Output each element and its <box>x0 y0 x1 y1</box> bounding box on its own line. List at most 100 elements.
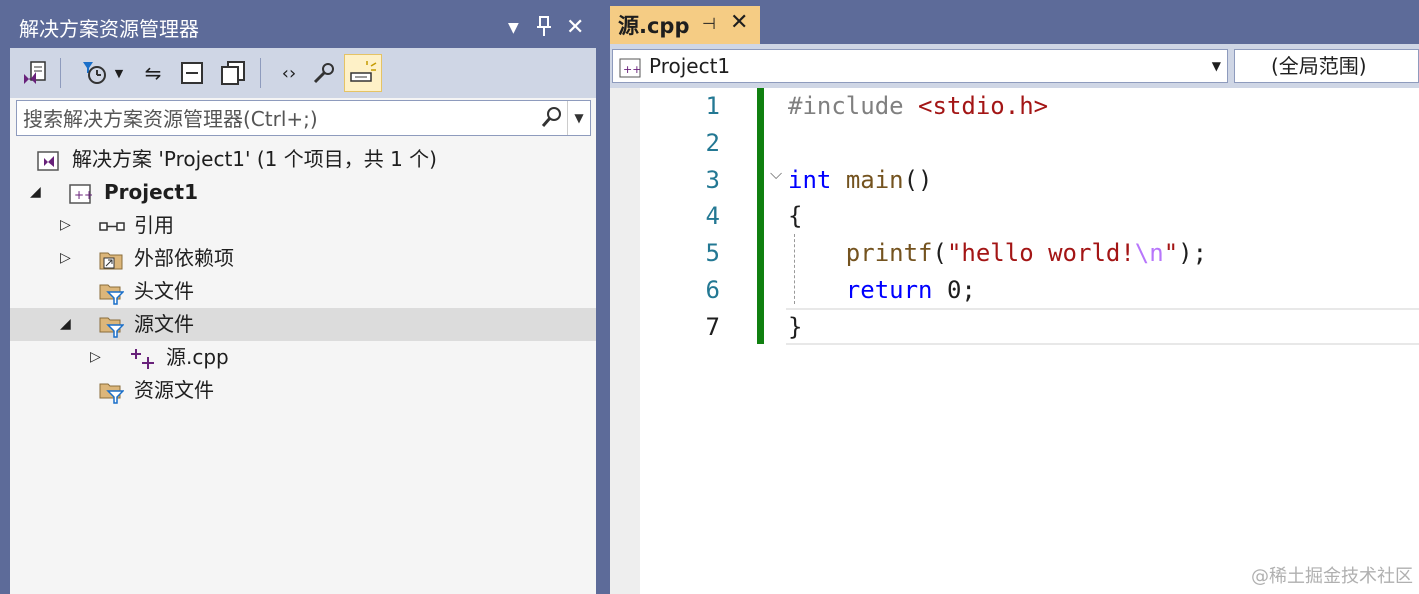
tree-node-source-cpp[interactable]: ▷ 源.cpp <box>10 341 596 374</box>
code-editor-panel: 源.cpp ⊣ ✕ ++ Project1 ▼ (全局范围) ⌵ 1 2 3 4… <box>610 6 1419 594</box>
watermark: @稀土掘金技术社区 <box>1251 566 1413 587</box>
pin-tab-icon[interactable]: ⊣ <box>702 14 716 33</box>
cpp-file-icon <box>130 347 154 369</box>
code-line-4: { <box>788 198 802 235</box>
number-literal: 0 <box>946 276 962 304</box>
tree-node-label: Project1 <box>104 180 199 204</box>
tree-node-references[interactable]: ▷ 引用 <box>10 209 596 242</box>
code-area[interactable]: ⌵ 1 2 3 4 5 6 7 #include <stdio.h> int m… <box>610 88 1419 594</box>
function-name: printf <box>845 239 933 267</box>
collapsed-arrow-icon[interactable]: ▷ <box>60 209 71 242</box>
preprocessor-directive: #include <box>788 92 904 120</box>
code-line-3: int main() <box>788 162 933 199</box>
filter-folder-icon <box>98 380 125 404</box>
close-icon[interactable]: ✕ <box>566 15 584 41</box>
scope-dropdown[interactable]: (全局范围) <box>1234 49 1419 83</box>
solution-search-box[interactable]: 搜索解决方案资源管理器(Ctrl+;) ▼ <box>16 100 591 136</box>
keyword: int <box>788 166 832 194</box>
tree-node-label: 资源文件 <box>134 378 214 402</box>
tree-node-project[interactable]: ◢ ++ Project1 <box>10 176 596 209</box>
saved-changes-bar <box>757 88 764 344</box>
chevron-down-icon: ▼ <box>1211 59 1221 73</box>
brace: { <box>788 202 803 230</box>
collapsed-arrow-icon[interactable]: ▷ <box>90 341 101 374</box>
tree-node-resource-files[interactable]: 资源文件 <box>10 374 596 407</box>
window-position-dropdown-icon[interactable]: ▼ <box>508 15 519 41</box>
code-line-6: return 0; <box>788 272 976 309</box>
punctuation: () <box>903 166 933 194</box>
include-header: <stdio.h> <box>918 92 1049 120</box>
code-line-5: printf("hello world!\n"); <box>788 235 1207 272</box>
search-options-dropdown-icon[interactable]: ▼ <box>567 101 590 135</box>
code-line-1: #include <stdio.h> <box>788 88 1048 125</box>
function-name: main <box>845 166 904 194</box>
fold-collapse-icon[interactable]: ⌵ <box>770 164 782 184</box>
tree-node-source-files[interactable]: ◢ 源文件 <box>10 308 596 341</box>
search-placeholder: 搜索解决方案资源管理器(Ctrl+;) <box>23 107 318 131</box>
svg-text:++: ++ <box>623 63 641 76</box>
solution-icon <box>36 149 59 171</box>
tree-node-label: 头文件 <box>134 279 194 303</box>
toolbar-separator <box>60 58 61 88</box>
sync-with-document-icon[interactable]: ⇋ <box>138 54 168 92</box>
tree-node-header-files[interactable]: 头文件 <box>10 275 596 308</box>
selection-margin <box>610 88 640 594</box>
keyword: return <box>845 276 933 304</box>
collapsed-arrow-icon[interactable]: ▷ <box>60 242 71 275</box>
current-line-highlight <box>786 308 1419 345</box>
search-icon[interactable] <box>540 105 564 135</box>
tree-node-solution[interactable]: 解决方案 'Project1' (1 个项目，共 1 个) <box>10 143 596 176</box>
external-dependencies-icon <box>98 248 123 270</box>
line-number: 6 <box>705 276 720 304</box>
expanded-arrow-icon[interactable]: ◢ <box>30 176 41 209</box>
line-number: 2 <box>705 129 720 157</box>
code-line-7: } <box>788 309 802 346</box>
tree-node-label: 外部依赖项 <box>134 246 234 270</box>
tree-node-label: 源文件 <box>134 312 194 336</box>
tree-node-label: 引用 <box>134 213 174 237</box>
line-number: 1 <box>705 92 720 120</box>
preview-selected-items-icon[interactable] <box>344 54 382 92</box>
close-tab-icon[interactable]: ✕ <box>730 10 748 35</box>
show-all-files-icon[interactable] <box>216 54 250 92</box>
filter-folder-icon <box>98 281 125 305</box>
tab-source-cpp[interactable]: 源.cpp ⊣ ✕ <box>610 6 760 44</box>
string-literal: " <box>1163 239 1179 267</box>
properties-wrench-icon[interactable] <box>308 54 340 92</box>
brace: } <box>788 313 803 341</box>
line-number: 5 <box>705 239 720 267</box>
punctuation: ( <box>932 239 947 267</box>
pending-changes-filter-icon[interactable]: ▼ <box>74 54 130 92</box>
tree-node-label: 源.cpp <box>166 345 229 369</box>
expanded-arrow-icon[interactable]: ◢ <box>60 308 71 341</box>
project-dropdown[interactable]: ++ Project1 ▼ <box>612 49 1228 83</box>
pin-icon[interactable] <box>536 15 552 45</box>
toolbar-separator <box>260 58 261 88</box>
escape-sequence: \n <box>1134 239 1164 267</box>
tab-label: 源.cpp <box>618 14 690 38</box>
filter-folder-icon <box>98 314 125 338</box>
punctuation: ; <box>961 276 976 304</box>
navigation-bar: ++ Project1 ▼ (全局范围) <box>610 44 1419 88</box>
vs-solution-icon[interactable] <box>18 54 52 92</box>
line-number: 3 <box>705 166 720 194</box>
cpp-project-icon: ++ <box>619 55 641 87</box>
collapse-all-icon[interactable] <box>176 54 208 92</box>
cpp-project-icon: ++ <box>68 182 94 204</box>
solution-explorer-title-bar: 解决方案资源管理器 ▼ ✕ <box>10 8 596 48</box>
document-tab-strip: 源.cpp ⊣ ✕ <box>610 6 1419 44</box>
svg-text:++: ++ <box>74 188 92 202</box>
tree-node-external-dependencies[interactable]: ▷ 外部依赖项 <box>10 242 596 275</box>
line-number: 4 <box>705 202 720 230</box>
view-code-icon[interactable]: ‹› <box>272 54 306 92</box>
references-icon <box>98 215 125 237</box>
panel-title: 解决方案资源管理器 <box>19 17 199 41</box>
punctuation: ); <box>1178 239 1208 267</box>
scope-dropdown-value: (全局范围) <box>1271 54 1367 78</box>
line-number: 7 <box>705 313 720 341</box>
solution-explorer-toolbar: ▼ ⇋ ‹› <box>10 48 596 98</box>
solution-explorer-panel: 解决方案资源管理器 ▼ ✕ ▼ ⇋ ‹› 搜索解决方案资源管理器(Ctrl+;)… <box>10 8 596 594</box>
project-dropdown-value: Project1 <box>649 54 731 78</box>
string-literal: "hello world! <box>946 239 1135 267</box>
tree-node-label: 解决方案 'Project1' (1 个项目，共 1 个) <box>72 147 437 171</box>
